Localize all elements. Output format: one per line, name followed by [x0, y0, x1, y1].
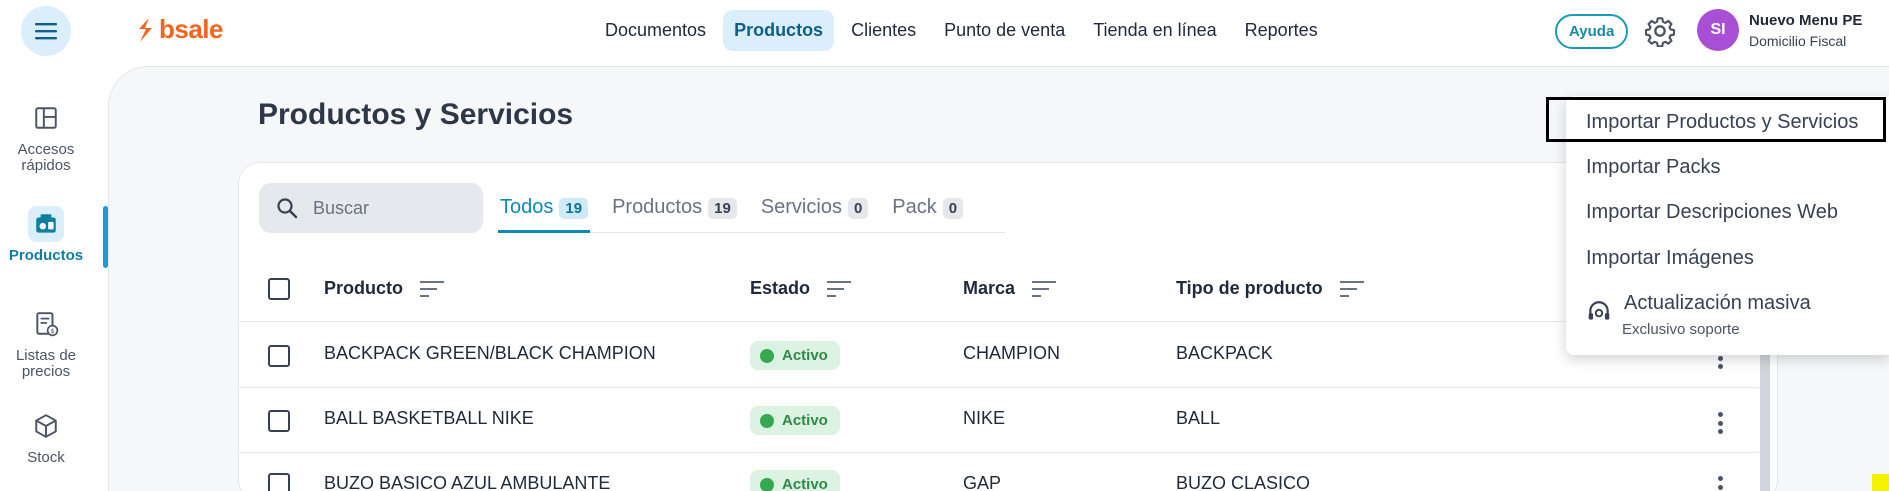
- sidebar-item-listas-de-precios[interactable]: $ Listas de precios: [0, 306, 92, 380]
- status-label: Activo: [782, 412, 828, 429]
- products-icon: [28, 206, 64, 242]
- cell-estado: Activo: [750, 406, 840, 435]
- cell-producto: BUZO BASICO AZUL AMBULANTE: [324, 473, 611, 491]
- sort-icon: [1339, 280, 1364, 297]
- column-header-producto[interactable]: Producto: [324, 278, 445, 299]
- tab-servicios[interactable]: Servicios 0: [759, 193, 870, 233]
- status-dot-icon: [760, 413, 774, 428]
- logo-text: bsale: [159, 14, 224, 44]
- status-dot-icon: [760, 477, 774, 491]
- tab-label: Productos: [612, 196, 703, 218]
- nav-documentos[interactable]: Documentos: [594, 10, 717, 51]
- column-header-estado[interactable]: Estado: [750, 278, 852, 299]
- column-header-marca[interactable]: Marca: [963, 278, 1057, 299]
- column-header-label: Estado: [750, 278, 811, 298]
- menu-toggle-button[interactable]: [21, 6, 71, 56]
- hamburger-icon: [35, 23, 57, 40]
- sidebar-item-label: Accesos rápidos: [17, 141, 75, 174]
- tab-count-badge: 0: [942, 198, 964, 219]
- status-badge: Activo: [750, 406, 840, 435]
- menu-item-label: Actualización masiva: [1624, 292, 1811, 314]
- tab-count-badge: 19: [708, 198, 737, 219]
- row-checkbox[interactable]: [268, 473, 290, 491]
- cell-estado: Activo: [750, 341, 840, 370]
- tab-productos[interactable]: Productos 19: [610, 193, 739, 233]
- search-input[interactable]: [313, 197, 463, 219]
- column-header-tipo[interactable]: Tipo de producto: [1176, 278, 1365, 299]
- nav-reportes[interactable]: Reportes: [1234, 10, 1329, 51]
- tab-pack[interactable]: Pack 0: [890, 193, 965, 233]
- status-label: Activo: [782, 347, 828, 364]
- sidebar-item-accesos-rapidos[interactable]: Accesos rápidos: [0, 100, 92, 174]
- nav-tienda-en-linea[interactable]: Tienda en línea: [1082, 10, 1227, 51]
- bsale-logo-icon: [139, 17, 152, 42]
- cell-tipo: BALL: [1176, 408, 1221, 428]
- sidebar-item-productos[interactable]: Productos: [0, 206, 92, 264]
- user-name[interactable]: Nuevo Menu PE: [1749, 12, 1862, 29]
- row-checkbox[interactable]: [268, 345, 290, 367]
- row-checkbox[interactable]: [268, 410, 290, 432]
- sort-icon: [1032, 280, 1057, 297]
- menu-item-importar-packs[interactable]: Importar Packs: [1586, 156, 1720, 179]
- user-avatar[interactable]: SI: [1697, 9, 1739, 51]
- sidebar-item-label: Stock: [27, 449, 65, 466]
- svg-text:$: $: [51, 327, 55, 335]
- settings-button[interactable]: [1644, 15, 1676, 48]
- sidebar-item-label: Productos: [8, 247, 84, 264]
- sidebar-item-stock[interactable]: Stock: [0, 408, 92, 466]
- selection-highlight: [1546, 97, 1886, 142]
- menu-item-importar-imagenes[interactable]: Importar Imágenes: [1586, 247, 1754, 270]
- sort-icon: [420, 280, 444, 297]
- cell-estado: Activo: [750, 470, 840, 491]
- cell-producto: BALL BASKETBALL NIKE: [324, 408, 534, 428]
- status-label: Activo: [782, 476, 828, 491]
- column-header-label: Tipo de producto: [1176, 278, 1323, 298]
- tab-label: Pack: [892, 196, 937, 218]
- bsale-logo[interactable]: bsale: [135, 14, 224, 45]
- page-title: Productos y Servicios: [258, 98, 574, 131]
- search-box[interactable]: [259, 183, 483, 233]
- filter-tabs: Todos 19 Productos 19 Servicios 0 Pack 0: [498, 193, 985, 233]
- tab-todos[interactable]: Todos 19: [498, 193, 591, 233]
- row-actions-button[interactable]: [1712, 408, 1728, 438]
- row-actions-button[interactable]: [1712, 472, 1728, 491]
- sort-icon: [827, 280, 852, 297]
- cell-marca: GAP: [963, 473, 1002, 491]
- gear-icon: [1644, 17, 1676, 48]
- status-dot-icon: [760, 348, 774, 363]
- select-all-checkbox[interactable]: [268, 278, 290, 300]
- tab-count-badge: 19: [559, 198, 589, 219]
- corner-marker: [1872, 474, 1889, 491]
- column-header-label: Producto: [324, 278, 403, 298]
- sidebar: Accesos rápidos Productos $ Listas de pr…: [0, 62, 108, 491]
- status-badge: Activo: [750, 341, 840, 370]
- search-icon: [277, 198, 298, 219]
- status-badge: Activo: [750, 470, 840, 491]
- nav-productos[interactable]: Productos: [723, 10, 835, 51]
- layout-grid-icon: [28, 100, 64, 136]
- nav-clientes[interactable]: Clientes: [840, 10, 927, 51]
- tab-count-badge: 0: [847, 198, 869, 219]
- user-location: Domicilio Fiscal: [1749, 33, 1847, 49]
- cell-marca: NIKE: [963, 408, 1006, 428]
- price-list-icon: $: [28, 306, 64, 342]
- column-header-label: Marca: [963, 278, 1016, 298]
- support-headset-icon: [1588, 301, 1610, 320]
- menu-item-sublabel: Exclusivo soporte: [1622, 321, 1740, 338]
- tab-label: Todos: [500, 196, 554, 218]
- main-nav: Documentos Productos Clientes Punto de v…: [594, 10, 1329, 51]
- cell-producto: BACKPACK GREEN/BLACK CHAMPION: [324, 343, 656, 363]
- nav-punto-de-venta[interactable]: Punto de venta: [933, 10, 1076, 51]
- sidebar-item-label: Listas de precios: [15, 347, 77, 380]
- menu-item-importar-descripciones-web[interactable]: Importar Descripciones Web: [1586, 201, 1838, 224]
- cell-tipo: BACKPACK: [1176, 343, 1273, 363]
- box-icon: [28, 408, 64, 444]
- cell-tipo: BUZO CLASICO: [1176, 473, 1311, 491]
- cell-marca: CHAMPION: [963, 343, 1061, 363]
- tab-label: Servicios: [760, 196, 842, 218]
- top-bar: bsale Documentos Productos Clientes Punt…: [0, 0, 1889, 62]
- help-button[interactable]: Ayuda: [1555, 14, 1629, 49]
